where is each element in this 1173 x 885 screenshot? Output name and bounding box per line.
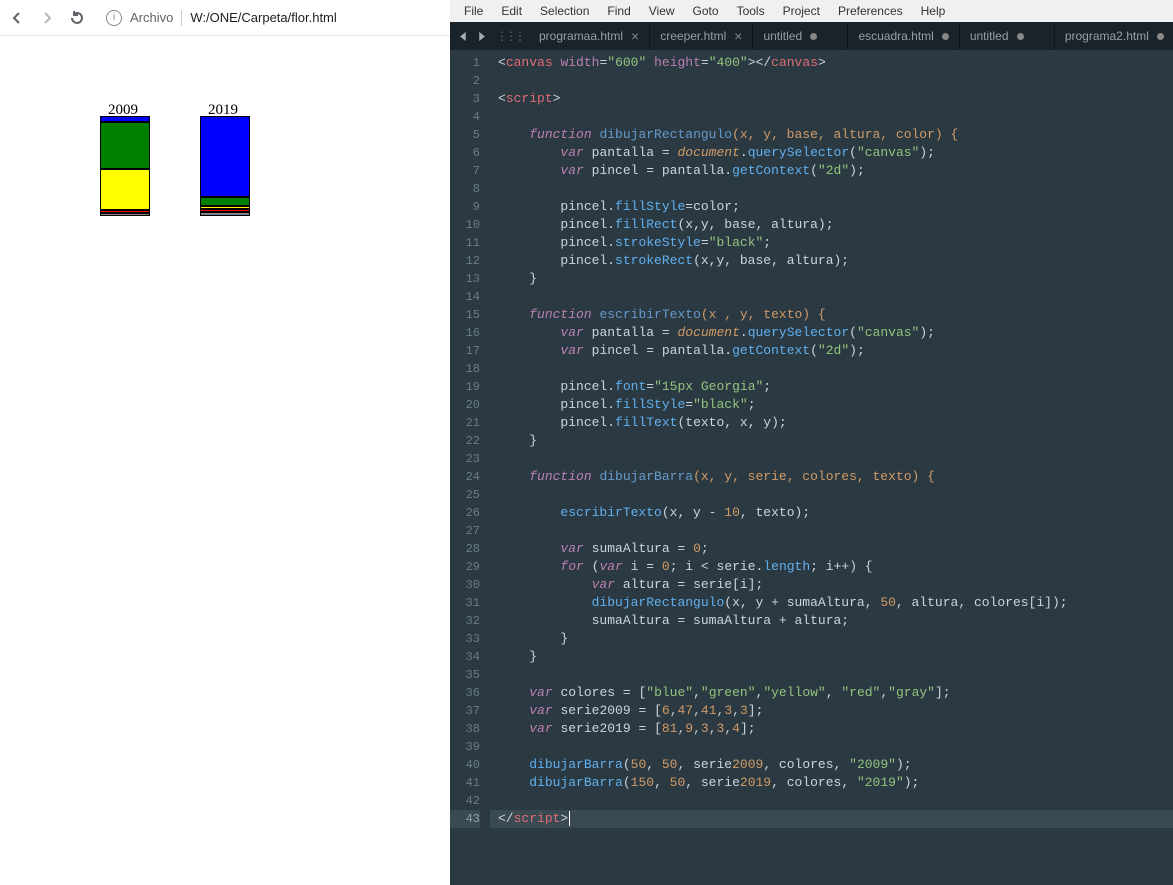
- forward-icon[interactable]: [38, 9, 56, 27]
- address-bar[interactable]: i Archivo W:/ONE/Carpeta/flor.html: [98, 10, 442, 26]
- menu-item-file[interactable]: File: [456, 2, 491, 20]
- tab-label: untitled: [763, 29, 802, 43]
- dirty-dot-icon: [810, 33, 817, 40]
- editor-pane: FileEditSelectionFindViewGotoToolsProjec…: [450, 0, 1173, 885]
- menu-item-find[interactable]: Find: [599, 2, 638, 20]
- tab[interactable]: programaa.html ×: [529, 22, 650, 50]
- menu-item-tools[interactable]: Tools: [729, 2, 773, 20]
- close-icon[interactable]: ×: [631, 28, 639, 44]
- gutter: 1234567891011121314151617181920212223242…: [450, 50, 490, 885]
- tab[interactable]: creeper.html ×: [650, 22, 753, 50]
- dirty-dot-icon: [942, 33, 949, 40]
- tab-bar: ⋮⋮⋮ programaa.html × creeper.html × untitled…: [450, 22, 1173, 50]
- bar-segment: [200, 116, 250, 197]
- bar-segment: [100, 169, 150, 210]
- code-lines[interactable]: <canvas width="600" height="400"></canva…: [490, 50, 1173, 885]
- address-separator: [181, 10, 182, 26]
- address-path: W:/ONE/Carpeta/flor.html: [190, 10, 336, 25]
- tab[interactable]: untitled: [960, 22, 1055, 50]
- browser-pane: i Archivo W:/ONE/Carpeta/flor.html 20092…: [0, 0, 450, 885]
- menu-item-project[interactable]: Project: [775, 2, 828, 20]
- code-area[interactable]: 1234567891011121314151617181920212223242…: [450, 50, 1173, 885]
- back-icon[interactable]: [8, 9, 26, 27]
- tab-label: untitled: [970, 29, 1009, 43]
- tab[interactable]: programa2.html: [1055, 22, 1173, 50]
- canvas-output: 20092019: [50, 66, 450, 466]
- bar-segment: [100, 122, 150, 169]
- dirty-dot-icon: [1017, 33, 1024, 40]
- dirty-dot-icon: [1157, 33, 1164, 40]
- menu-item-selection[interactable]: Selection: [532, 2, 597, 20]
- tab-label: escuadra.html: [858, 29, 933, 43]
- tab-next-icon[interactable]: [472, 22, 490, 50]
- bar-segment: [200, 197, 250, 206]
- bar-segment: [200, 212, 250, 216]
- reload-icon[interactable]: [68, 9, 86, 27]
- page-content: 20092019: [0, 36, 450, 885]
- menu-item-view[interactable]: View: [641, 2, 683, 20]
- menu-item-goto[interactable]: Goto: [685, 2, 727, 20]
- browser-toolbar: i Archivo W:/ONE/Carpeta/flor.html: [0, 0, 450, 36]
- tab-label: programa2.html: [1065, 29, 1149, 43]
- menu-bar: FileEditSelectionFindViewGotoToolsProjec…: [450, 0, 1173, 22]
- bar-segment: [100, 213, 150, 216]
- close-icon[interactable]: ×: [734, 28, 742, 44]
- tab[interactable]: untitled: [753, 22, 848, 50]
- info-icon[interactable]: i: [106, 10, 122, 26]
- tab-prev-icon[interactable]: [454, 22, 472, 50]
- tab[interactable]: escuadra.html: [848, 22, 959, 50]
- address-scheme: Archivo: [130, 10, 173, 25]
- menu-item-edit[interactable]: Edit: [493, 2, 530, 20]
- menu-item-preferences[interactable]: Preferences: [830, 2, 911, 20]
- tab-label: creeper.html: [660, 29, 726, 43]
- menu-item-help[interactable]: Help: [913, 2, 954, 20]
- tab-label: programaa.html: [539, 29, 623, 43]
- tab-drag-handle[interactable]: ⋮⋮⋮: [490, 22, 529, 50]
